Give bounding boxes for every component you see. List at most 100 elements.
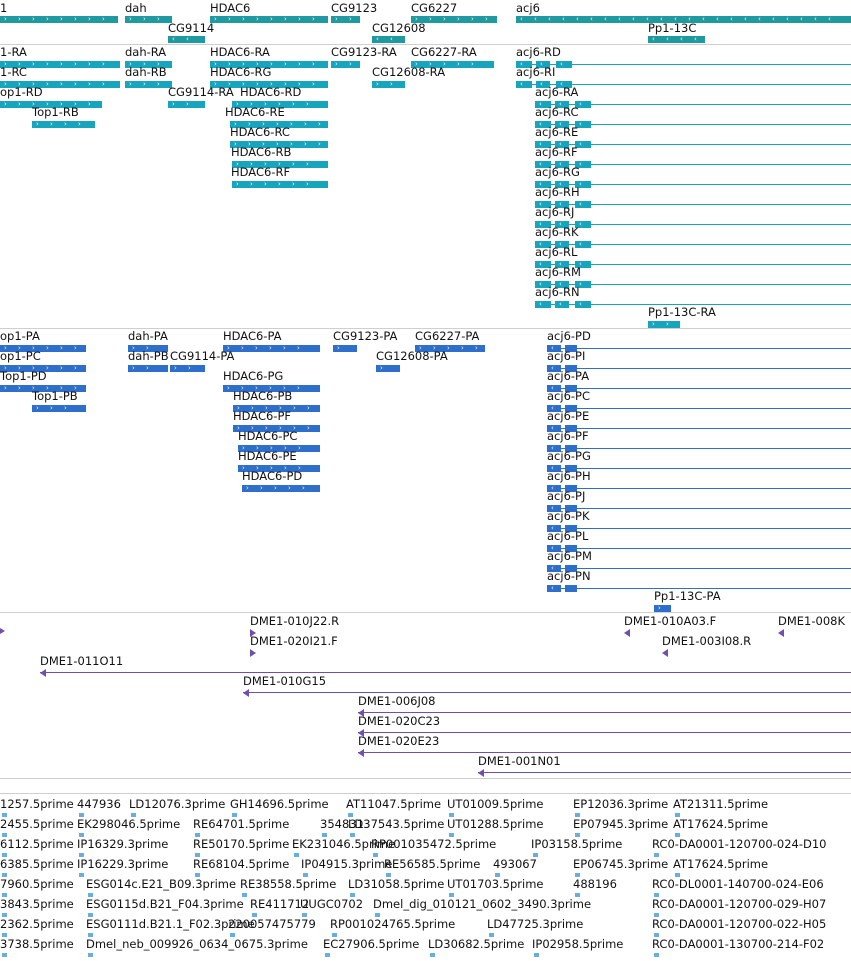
- clone-label[interactable]: DME1-001N01: [478, 755, 561, 768]
- est-label[interactable]: LD37543.5prime: [348, 818, 444, 831]
- est-label[interactable]: EC27906.5prime: [323, 938, 419, 951]
- clone-end-marker[interactable]: [478, 769, 484, 777]
- transcript-label[interactable]: acj6-RN: [535, 286, 580, 299]
- clone-end-marker[interactable]: [40, 669, 46, 677]
- protein-label[interactable]: acj6-PL: [547, 530, 588, 543]
- transcript-label[interactable]: acj6-RH: [535, 186, 580, 199]
- clone-label[interactable]: DME1-003I08.R: [662, 635, 751, 648]
- est-label[interactable]: UUGC0702: [300, 898, 363, 911]
- est-label[interactable]: IP16329.3prime: [77, 838, 168, 851]
- gene-label[interactable]: CG9123: [331, 2, 377, 15]
- est-label[interactable]: EP06745.3prime: [573, 858, 668, 871]
- est-glyph[interactable]: [534, 953, 539, 957]
- protein-label[interactable]: HDAC6-PA: [223, 330, 282, 343]
- protein-label[interactable]: Top1-PB: [32, 390, 78, 403]
- est-label[interactable]: RC0-DA0001-130700-214-F02: [652, 938, 824, 951]
- transcript-glyph-exon[interactable]: › › ›: [125, 81, 172, 88]
- est-label[interactable]: 6385.5prime: [0, 858, 74, 871]
- protein-label[interactable]: op1-PC: [0, 350, 41, 363]
- clone-end-marker[interactable]: [250, 649, 256, 657]
- transcript-label[interactable]: HDAC6-RB: [231, 146, 291, 159]
- clone-label[interactable]: DME1-010A03.F: [624, 615, 716, 628]
- gene-label[interactable]: CG12608: [372, 22, 426, 35]
- protein-glyph-exon[interactable]: [565, 585, 577, 592]
- protein-glyph-exon[interactable]: ›: [333, 345, 357, 352]
- protein-glyph-exon[interactable]: › ›: [170, 365, 205, 372]
- protein-label[interactable]: acj6-PK: [547, 510, 590, 523]
- protein-glyph-exon[interactable]: › ›: [128, 365, 168, 372]
- est-label[interactable]: RP001024765.5prime: [330, 918, 455, 931]
- clone-label[interactable]: DME1-008K: [778, 615, 845, 628]
- protein-label[interactable]: acj6-PN: [547, 570, 591, 583]
- gene-label[interactable]: CG6227: [411, 2, 457, 15]
- clone-label[interactable]: DME1-020I21.F: [250, 635, 338, 648]
- transcript-glyph-exon[interactable]: › ›: [372, 81, 405, 88]
- est-label[interactable]: AT17624.5prime: [673, 818, 768, 831]
- protein-label[interactable]: acj6-PJ: [547, 490, 585, 503]
- protein-label[interactable]: HDAC6-PE: [238, 450, 297, 463]
- protein-label[interactable]: acj6-PC: [547, 390, 590, 403]
- protein-label[interactable]: acj6-PM: [547, 550, 592, 563]
- protein-glyph-exon[interactable]: › › › › ›: [242, 485, 320, 492]
- transcript-label[interactable]: CG12608-RA: [372, 66, 445, 79]
- est-glyph[interactable]: [88, 953, 93, 957]
- transcript-label[interactable]: acj6-RK: [535, 226, 579, 239]
- gene-glyph[interactable]: ‹ ‹ ‹ ‹: [648, 36, 705, 43]
- transcript-label[interactable]: acj6-RE: [535, 126, 578, 139]
- transcript-label[interactable]: acj6-RA: [535, 86, 578, 99]
- transcript-glyph-exon[interactable]: ‹: [556, 61, 572, 68]
- protein-glyph-exon[interactable]: ‹: [547, 585, 561, 592]
- clone-end-marker[interactable]: [624, 629, 630, 637]
- protein-label[interactable]: Pp1-13C-PA: [654, 590, 721, 603]
- gene-glyph[interactable]: › › ›: [125, 16, 172, 23]
- est-label[interactable]: 220057475779: [228, 918, 316, 931]
- est-label[interactable]: 447936: [77, 798, 121, 811]
- transcript-label[interactable]: HDAC6-RG: [210, 66, 271, 79]
- clone-end-marker[interactable]: [662, 649, 668, 657]
- transcript-glyph-exon[interactable]: › ›: [331, 61, 360, 68]
- transcript-glyph-exon[interactable]: ‹: [516, 81, 532, 88]
- gene-label[interactable]: 1: [0, 2, 7, 15]
- transcript-glyph-exon[interactable]: ‹: [535, 301, 551, 308]
- est-label[interactable]: 493067: [493, 858, 537, 871]
- protein-label[interactable]: HDAC6-PC: [238, 430, 297, 443]
- est-label[interactable]: ESG0115d.B21_F04.3prime: [86, 898, 244, 911]
- protein-glyph-exon[interactable]: › › › › › ›: [223, 345, 320, 352]
- est-label[interactable]: AT17624.5prime: [673, 858, 768, 871]
- est-label[interactable]: Dmel_neb_009926_0634_0675.3prime: [86, 938, 308, 951]
- clone-label[interactable]: DME1-010G15: [243, 675, 326, 688]
- clone-end-marker[interactable]: [0, 628, 5, 634]
- protein-label[interactable]: HDAC6-PF: [233, 410, 291, 423]
- transcript-label[interactable]: 1-RC: [0, 66, 27, 79]
- est-label[interactable]: LD12076.3prime: [129, 798, 225, 811]
- transcript-glyph-exon[interactable]: ‹: [575, 201, 591, 208]
- transcript-label[interactable]: Pp1-13C-RA: [648, 306, 716, 319]
- transcript-label[interactable]: acj6-RG: [535, 166, 580, 179]
- transcript-label[interactable]: Top1-RB: [32, 106, 79, 119]
- protein-label[interactable]: acj6-PG: [547, 450, 591, 463]
- transcript-label[interactable]: 1-RA: [0, 46, 27, 59]
- protein-glyph-exon[interactable]: › › ›: [32, 405, 86, 412]
- est-label[interactable]: 7960.5prime: [0, 878, 74, 891]
- est-label[interactable]: EP07945.3prime: [573, 818, 668, 831]
- protein-label[interactable]: acj6-PE: [547, 410, 589, 423]
- est-glyph[interactable]: [654, 953, 659, 957]
- transcript-label[interactable]: acj6-RI: [516, 66, 555, 79]
- gene-label[interactable]: Pp1-13C: [648, 22, 696, 35]
- est-label[interactable]: 1257.5prime: [0, 798, 74, 811]
- est-label[interactable]: 2362.5prime: [0, 918, 74, 931]
- est-label[interactable]: IP16229.3prime: [77, 858, 168, 871]
- clone-label[interactable]: DME1-020E23: [358, 735, 439, 748]
- protein-label[interactable]: op1-PA: [0, 330, 40, 343]
- est-label[interactable]: UT01288.5prime: [447, 818, 544, 831]
- est-label[interactable]: AT21311.5prime: [673, 798, 768, 811]
- est-label[interactable]: 3738.5prime: [0, 938, 74, 951]
- est-label[interactable]: RP001035472.5prime: [371, 838, 496, 851]
- transcript-label[interactable]: acj6-RD: [516, 46, 561, 59]
- est-label[interactable]: RE38558.5prime: [240, 878, 336, 891]
- est-label[interactable]: Dmel_dig_010121_0602_3490.3prime: [373, 898, 591, 911]
- protein-glyph-exon[interactable]: ›: [654, 605, 671, 612]
- clone-label[interactable]: DME1-010J22.R: [250, 615, 339, 628]
- est-label[interactable]: RE64701.5prime: [193, 818, 289, 831]
- transcript-label[interactable]: HDAC6-RF: [231, 166, 290, 179]
